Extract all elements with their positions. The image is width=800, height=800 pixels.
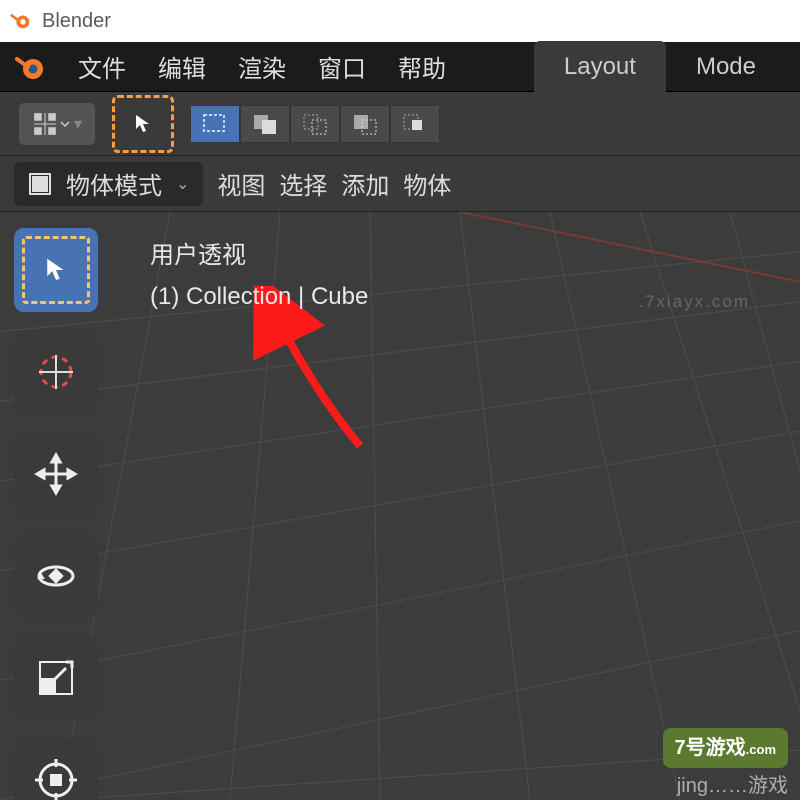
menu-help[interactable]: 帮助 (398, 49, 446, 84)
tool-scale[interactable] (14, 636, 98, 720)
overlay-collection: (1) Collection | Cube (150, 277, 368, 318)
menu-file[interactable]: 文件 (78, 49, 126, 84)
corner-watermark: .7xiayx.com (638, 292, 750, 312)
top-menubar: 文件 编辑 渲染 窗口 帮助 Layout Mode (0, 42, 800, 92)
watermark: 7号游戏.com jing……游戏 (663, 728, 788, 800)
tool-transform[interactable] (14, 738, 98, 800)
workspace-tab-modeling[interactable]: Mode (666, 41, 786, 93)
tool-move[interactable] (14, 432, 98, 516)
mode-dropdown[interactable]: 物体模式 ⌄ (14, 162, 203, 206)
menu-render[interactable]: 渲染 (238, 49, 286, 84)
watermark-badge: 7号游戏.com (663, 728, 788, 768)
blender-logo-icon (10, 10, 32, 32)
menu-object[interactable]: 物体 (403, 166, 451, 201)
viewport-overlay-text: 用户透视 (1) Collection | Cube (150, 236, 368, 318)
workspace-tab-layout[interactable]: Layout (534, 41, 666, 93)
menu-add[interactable]: 添加 (341, 166, 389, 201)
menu-view[interactable]: 视图 (217, 166, 265, 201)
menu-select[interactable]: 选择 (279, 166, 327, 201)
tool-select-box[interactable] (14, 228, 98, 312)
select-mode-group (190, 105, 440, 143)
select-tool-button[interactable] (119, 102, 167, 146)
viewport-3d[interactable]: 用户透视 (1) Collection | Cube .7x (0, 212, 800, 800)
window-title: Blender (42, 10, 111, 33)
snap-dropdown[interactable]: ▾ (18, 102, 96, 146)
object-mode-icon (28, 172, 52, 196)
viewport-header: 物体模式 ⌄ 视图 选择 添加 物体 (0, 156, 800, 212)
menu-edit[interactable]: 编辑 (158, 49, 206, 84)
overlay-perspective: 用户透视 (150, 236, 368, 277)
select-mode-new[interactable] (190, 105, 240, 143)
select-mode-extend[interactable] (240, 105, 290, 143)
mode-label: 物体模式 (66, 166, 162, 201)
tool-rotate[interactable] (14, 534, 98, 618)
blender-icon[interactable] (14, 51, 46, 83)
toolbar-left (14, 228, 98, 800)
select-mode-intersect[interactable] (390, 105, 440, 143)
chevron-down-icon: ⌄ (176, 174, 189, 194)
app-frame: 文件 编辑 渲染 窗口 帮助 Layout Mode ▾ (0, 42, 800, 800)
window-titlebar: Blender (0, 0, 800, 42)
tool-settings-bar: ▾ (0, 92, 800, 156)
chevron-down-icon (60, 119, 70, 129)
select-box-tool-highlight (112, 95, 174, 153)
workspace-tabs: Layout Mode (534, 41, 786, 93)
tool-cursor[interactable] (14, 330, 98, 414)
watermark-line2: jing……游戏 (663, 772, 788, 800)
menu-window[interactable]: 窗口 (318, 49, 366, 84)
select-mode-invert[interactable] (340, 105, 390, 143)
select-mode-subtract[interactable] (290, 105, 340, 143)
